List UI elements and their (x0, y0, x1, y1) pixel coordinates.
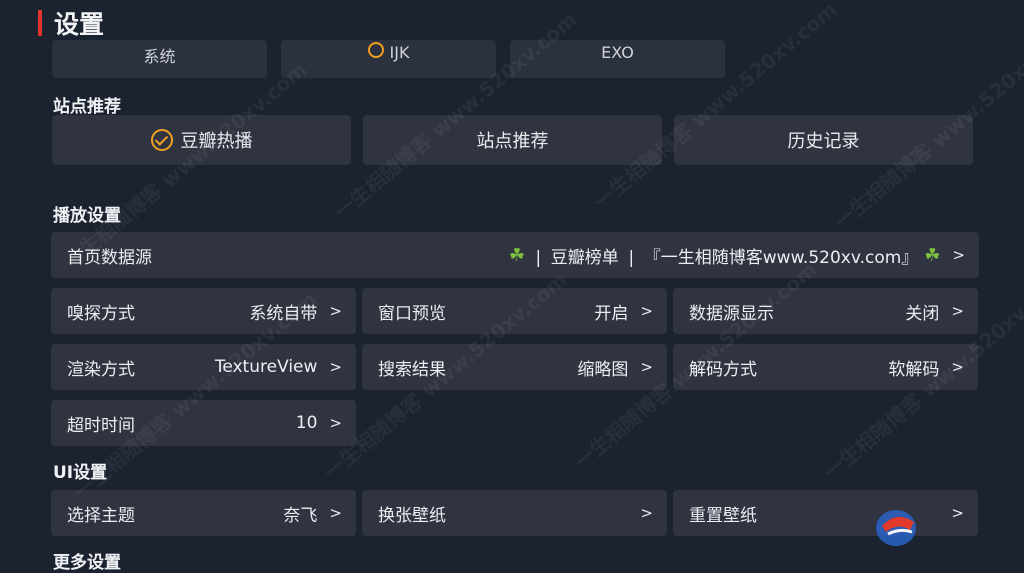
setting-value-group: > (945, 504, 964, 522)
site-button-douban-hot[interactable]: 豆瓣热播 (52, 115, 351, 165)
setting-value: 10 (295, 413, 318, 433)
setting-value-group: 奈飞 > (283, 501, 342, 526)
section-label-playback: 播放设置 (53, 206, 121, 226)
player-option-label: 系统 (143, 47, 176, 66)
setting-decode-mode[interactable]: 解码方式 软解码 > (673, 344, 978, 390)
chevron-right-icon: > (329, 414, 342, 432)
page-header: 设置 (38, 8, 105, 39)
site-button-recommend[interactable]: 站点推荐 (363, 115, 662, 165)
page-title: 设置 (54, 10, 105, 39)
site-button-history[interactable]: 历史记录 (674, 115, 973, 165)
setting-label: 首页数据源 (67, 247, 152, 268)
setting-value: 开启 (594, 303, 629, 324)
watermark-text: 一生相随博客 www.520xv.com (589, 0, 842, 215)
setting-reset-wallpaper[interactable]: 重置壁纸 > (673, 490, 978, 536)
title-accent-bar (38, 10, 42, 36)
player-type-row: 系统 IJK EXO (52, 40, 725, 78)
player-option-system[interactable]: 系统 (52, 40, 267, 78)
chevron-right-icon: > (329, 504, 342, 522)
setting-sniff-mode[interactable]: 嗅探方式 系统自带 > (51, 288, 356, 334)
setting-value-group: > (634, 504, 653, 522)
setting-value: 系统自带 (249, 303, 318, 324)
setting-timeout[interactable]: 超时时间 10 > (51, 400, 356, 446)
chevron-right-icon: > (640, 302, 653, 320)
clover-icon: ☘ (924, 244, 941, 266)
chevron-right-icon: > (640, 358, 653, 376)
player-option-ijk[interactable]: IJK (281, 40, 496, 78)
setting-label: 嗅探方式 (67, 303, 135, 324)
chevron-right-icon: > (951, 302, 964, 320)
setting-value: 关闭 (905, 303, 940, 324)
player-option-label: EXO (601, 43, 634, 62)
setting-label: 渲染方式 (67, 359, 135, 380)
chevron-right-icon: > (640, 504, 653, 522)
setting-value-group: 开启 > (594, 299, 653, 324)
chevron-right-icon: > (952, 246, 965, 264)
setting-value: 缩略图 (577, 359, 629, 380)
setting-value-group: ☘ ❘ 豆瓣榜单 ❘ 『一生相随博客www.520xv.com』 ☘ > (509, 243, 965, 268)
check-circle-icon (367, 42, 384, 58)
setting-render-mode[interactable]: 渲染方式 TextureView > (51, 344, 356, 390)
setting-label: 数据源显示 (689, 303, 774, 324)
settings-row: 选择主题 奈飞 > 换张壁纸 > 重置壁纸 > (51, 490, 978, 536)
setting-label: 换张壁纸 (378, 505, 446, 526)
home-source-row: 首页数据源 ☘ ❘ 豆瓣榜单 ❘ 『一生相随博客www.520xv.com』 ☘… (51, 232, 979, 278)
site-button-label: 站点推荐 (476, 131, 549, 152)
home-source-setting[interactable]: 首页数据源 ☘ ❘ 豆瓣榜单 ❘ 『一生相随博客www.520xv.com』 ☘… (51, 232, 979, 278)
setting-value: TextureView (214, 357, 318, 377)
chevron-right-icon: > (329, 358, 342, 376)
setting-source-display[interactable]: 数据源显示 关闭 > (673, 288, 978, 334)
setting-value-group: 软解码 > (888, 355, 964, 380)
setting-change-wallpaper[interactable]: 换张壁纸 > (362, 490, 667, 536)
section-label-site: 站点推荐 (53, 97, 121, 117)
check-circle-icon (150, 129, 173, 151)
chevron-right-icon: > (951, 358, 964, 376)
setting-value-group: TextureView > (215, 357, 342, 377)
setting-value: ❘ 豆瓣榜单 ❘ 『一生相随博客www.520xv.com』 (531, 247, 919, 268)
setting-value: 奈飞 (283, 505, 318, 526)
site-logo-icon (876, 510, 916, 546)
setting-search-result[interactable]: 搜索结果 缩略图 > (362, 344, 667, 390)
setting-label: 窗口预览 (378, 303, 446, 324)
section-label-ui: UI设置 (53, 463, 108, 483)
settings-row: 超时时间 10 > (51, 400, 356, 446)
setting-label: 选择主题 (67, 505, 135, 526)
setting-label: 解码方式 (689, 359, 757, 380)
clover-icon: ☘ (508, 244, 526, 266)
setting-theme[interactable]: 选择主题 奈飞 > (51, 490, 356, 536)
site-button-label: 历史记录 (787, 131, 860, 152)
setting-value-group: 关闭 > (905, 299, 964, 324)
setting-label: 超时时间 (67, 415, 135, 436)
player-option-exo[interactable]: EXO (510, 40, 725, 78)
setting-value-group: 系统自带 > (249, 299, 342, 324)
setting-window-preview[interactable]: 窗口预览 开启 > (362, 288, 667, 334)
setting-value-group: 10 > (296, 413, 342, 433)
setting-label: 搜索结果 (378, 359, 446, 380)
chevron-right-icon: > (329, 302, 342, 320)
player-option-label: IJK (389, 43, 410, 62)
section-label-more: 更多设置 (53, 553, 121, 573)
setting-value: 软解码 (888, 359, 940, 380)
site-button-row: 豆瓣热播 站点推荐 历史记录 (52, 115, 973, 165)
settings-row: 嗅探方式 系统自带 > 窗口预览 开启 > 数据源显示 关闭 > (51, 288, 978, 334)
site-button-label: 豆瓣热播 (180, 131, 253, 152)
chevron-right-icon: > (951, 504, 964, 522)
settings-row: 渲染方式 TextureView > 搜索结果 缩略图 > 解码方式 软解码 > (51, 344, 978, 390)
setting-value-group: 缩略图 > (577, 355, 653, 380)
setting-label: 重置壁纸 (689, 505, 757, 526)
